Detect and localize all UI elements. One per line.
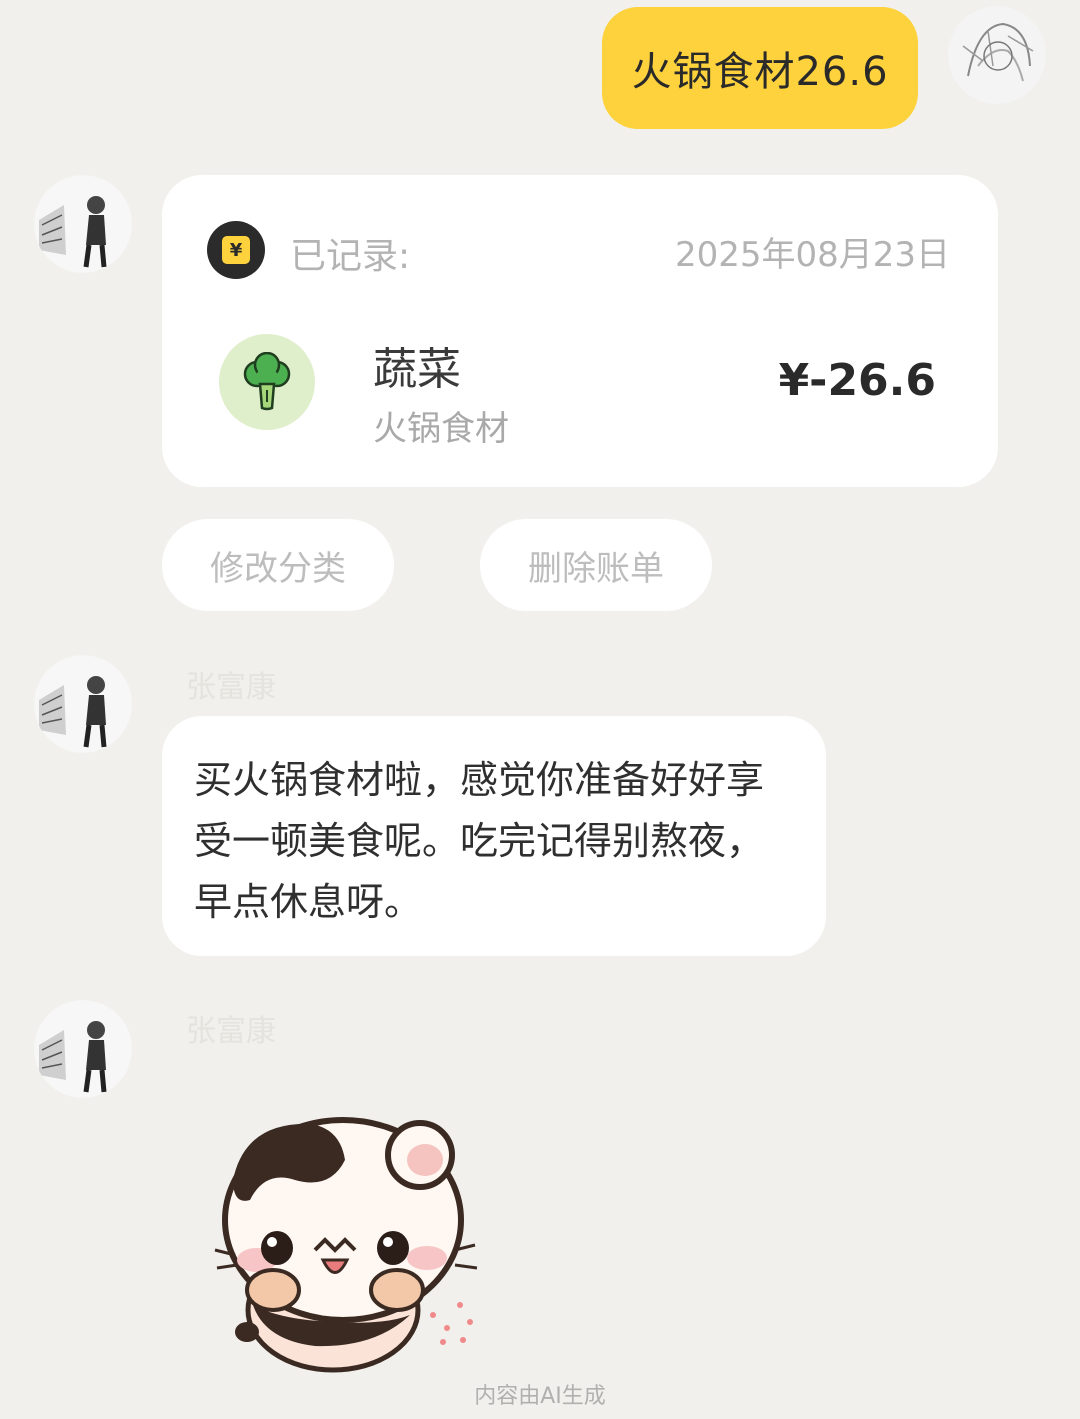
user-avatar[interactable] (948, 6, 1046, 104)
ai-generated-notice: 内容由AI生成 (474, 1384, 606, 1409)
wallet-icon: ¥ (207, 221, 265, 279)
delete-bill-button[interactable]: 删除账单 (480, 519, 712, 611)
category-note: 火锅食材 (373, 409, 509, 449)
bot-avatar-image (34, 655, 132, 753)
amount-value: ¥-26.6 (778, 355, 936, 406)
bot-avatar[interactable] (34, 175, 132, 273)
user-avatar-image (948, 6, 1046, 104)
reply-text: 买火锅食材啦，感觉你准备好好享受一顿美食呢。吃完记得别熬夜，早点休息呀。 (194, 758, 765, 924)
bot-avatar-image (34, 175, 132, 273)
bot-avatar[interactable] (34, 1000, 132, 1098)
reply-bubble[interactable]: 买火锅食材啦，感觉你准备好好享受一顿美食呢。吃完记得别熬夜，早点休息呀。 (162, 716, 826, 956)
edit-category-button[interactable]: 修改分类 (162, 519, 394, 611)
record-card[interactable]: ¥ 已记录: 2025年08月23日 蔬菜 火锅食材 ¥-26.6 (162, 175, 998, 487)
record-date: 2025年08月23日 (674, 235, 950, 275)
yen-badge: ¥ (222, 236, 250, 264)
user-message-bubble[interactable]: 火锅食材26.6 (602, 7, 918, 129)
bot-avatar-image (34, 1000, 132, 1098)
category-name: 蔬菜 (373, 344, 461, 395)
user-message-text: 火锅食材26.6 (631, 49, 889, 95)
sender-name: 张富康 (186, 1014, 276, 1049)
bot-avatar[interactable] (34, 655, 132, 753)
hamster-sticker[interactable] (205, 1110, 495, 1380)
recorded-label: 已记录: (290, 236, 411, 277)
sender-name: 张富康 (186, 670, 276, 705)
broccoli-icon (219, 334, 315, 430)
